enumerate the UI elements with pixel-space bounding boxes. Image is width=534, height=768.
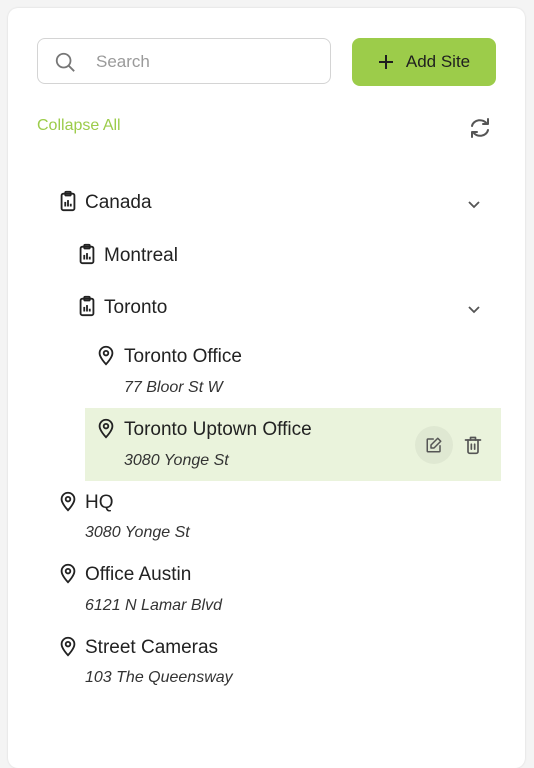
tree-item-montreal[interactable]: Montreal: [8, 241, 525, 271]
add-site-label: Add Site: [405, 52, 471, 71]
collapse-all-link[interactable]: Collapse All: [37, 117, 121, 135]
tree-item-toronto-office[interactable]: Toronto Office 77 Bloor St W: [8, 342, 525, 402]
edit-icon: [426, 437, 442, 453]
map-pin-icon: [60, 636, 76, 657]
tree-item-label: Toronto Uptown Office: [124, 419, 312, 440]
tree-item-address: 6121 N Lamar Blvd: [85, 597, 222, 614]
tree-item-label: Street Cameras: [85, 637, 219, 658]
tree-item-canada[interactable]: Canada: [8, 188, 525, 218]
tree-item-toronto[interactable]: Toronto: [8, 293, 525, 323]
tree-item-address: 103 The Queensway: [85, 669, 233, 686]
chevron-down-icon[interactable]: [466, 196, 482, 212]
map-pin-icon: [98, 418, 114, 439]
search-input[interactable]: [94, 39, 318, 85]
map-pin-icon: [98, 345, 114, 366]
tree-item-hq[interactable]: HQ 3080 Yonge St: [8, 488, 525, 548]
clipboard-icon: [79, 295, 95, 317]
search-icon: [55, 52, 75, 72]
clipboard-icon: [79, 243, 95, 265]
tree-item-address: 3080 Yonge St: [124, 452, 229, 469]
trash-icon[interactable]: [463, 435, 483, 455]
map-pin-icon: [60, 491, 76, 512]
tree-item-address: 77 Bloor St W: [124, 379, 223, 396]
tree-item-label: Toronto: [104, 297, 168, 318]
refresh-icon[interactable]: [468, 116, 492, 140]
chevron-down-icon[interactable]: [466, 301, 482, 317]
clipboard-icon: [60, 190, 76, 212]
add-site-button[interactable]: Add Site: [352, 38, 496, 86]
tree-item-address: 3080 Yonge St: [85, 524, 190, 541]
edit-button[interactable]: [415, 426, 453, 464]
map-pin-icon: [60, 563, 76, 584]
tree-item-office-austin[interactable]: Office Austin 6121 N Lamar Blvd: [8, 560, 525, 620]
tree-item-street-cameras[interactable]: Street Cameras 103 The Queensway: [8, 633, 525, 693]
tree-item-label: Canada: [85, 192, 152, 213]
tree-item-label: Toronto Office: [124, 346, 242, 367]
tree-item-label: Office Austin: [85, 564, 192, 585]
tree-item-label: Montreal: [104, 245, 178, 266]
sites-panel: Add Site Collapse All Canada Montreal To…: [8, 8, 525, 768]
plus-icon: [378, 55, 393, 69]
search-box[interactable]: [37, 38, 331, 85]
tree-item-label: HQ: [85, 492, 114, 513]
